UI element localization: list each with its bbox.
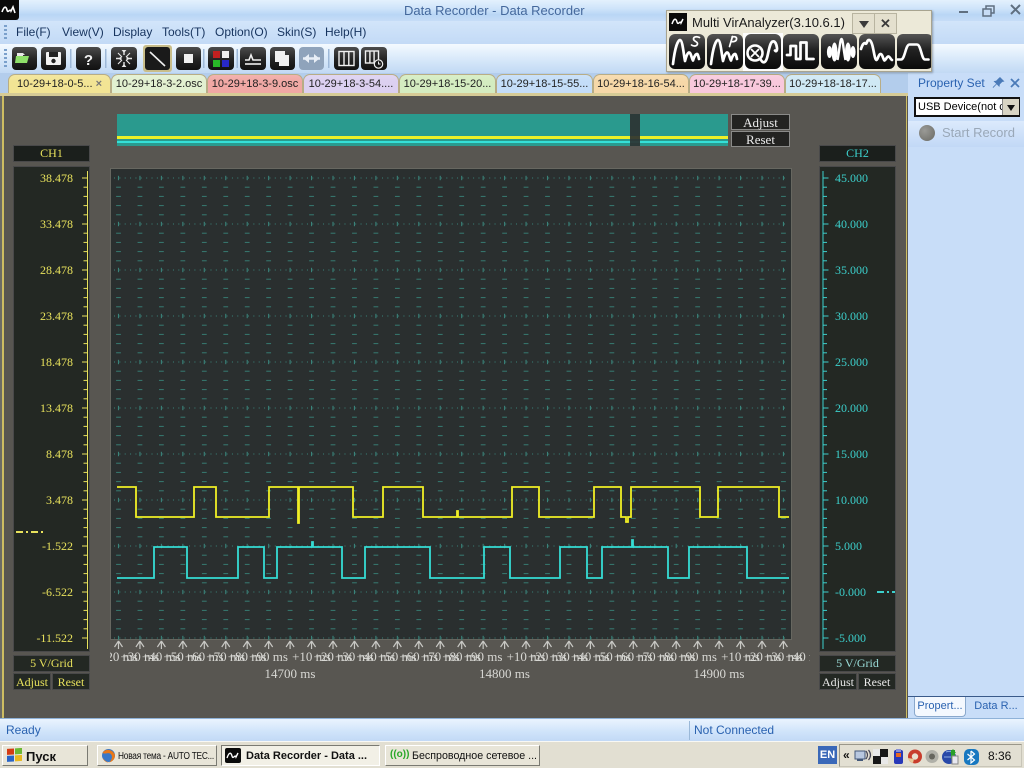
svg-text:8.478: 8.478 [46, 447, 73, 461]
svg-text:45.000: 45.000 [835, 171, 868, 185]
svg-text:+90 ms: +90 ms [249, 649, 288, 664]
svg-text:18.478: 18.478 [40, 355, 73, 369]
svg-text:38.478: 38.478 [40, 171, 73, 185]
svg-text:15.000: 15.000 [835, 447, 868, 461]
svg-text:28.478: 28.478 [40, 263, 73, 277]
svg-text:30.000: 30.000 [835, 309, 868, 323]
svg-text:-5.000: -5.000 [835, 631, 866, 645]
svg-text:-0.000: -0.000 [835, 585, 866, 599]
svg-text:-1.522: -1.522 [42, 539, 73, 553]
svg-text:+40 ms: +40 ms [785, 649, 810, 664]
svg-text:14900 ms: 14900 ms [694, 666, 745, 681]
svg-text:23.478: 23.478 [40, 309, 73, 323]
svg-text:10.000: 10.000 [835, 493, 868, 507]
svg-text:33.478: 33.478 [40, 217, 73, 231]
svg-text:5.000: 5.000 [835, 539, 862, 553]
svg-text:14800 ms: 14800 ms [479, 666, 530, 681]
svg-text:20.000: 20.000 [835, 401, 868, 415]
svg-text:35.000: 35.000 [835, 263, 868, 277]
svg-text:+90 ms: +90 ms [678, 649, 717, 664]
svg-text:14700 ms: 14700 ms [265, 666, 316, 681]
svg-text:+90 ms: +90 ms [464, 649, 503, 664]
svg-text:3.478: 3.478 [46, 493, 73, 507]
svg-text:-11.522: -11.522 [36, 631, 73, 645]
svg-text:40.000: 40.000 [835, 217, 868, 231]
svg-text:25.000: 25.000 [835, 355, 868, 369]
svg-text:13.478: 13.478 [40, 401, 73, 415]
svg-text:-6.522: -6.522 [42, 585, 73, 599]
svg-text:?: ? [84, 52, 93, 69]
